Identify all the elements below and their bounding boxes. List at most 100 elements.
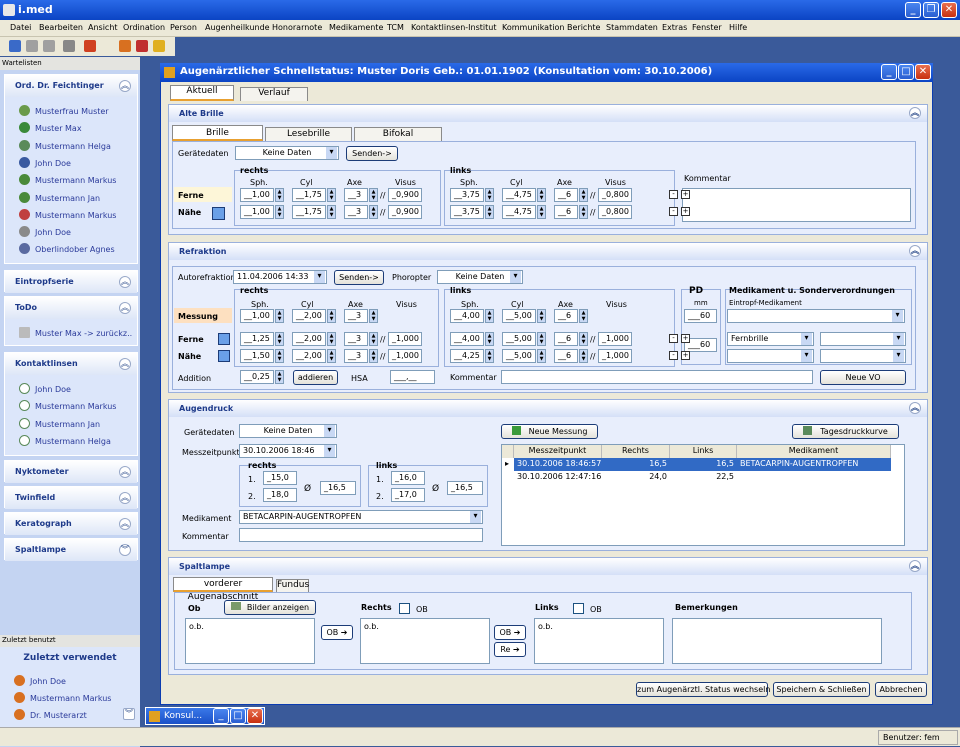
table-cell[interactable]: 30.10.2006 12:47:16 [514, 471, 602, 484]
table-cell[interactable]: 22,5 [670, 471, 737, 484]
tagesdruckkurve-button[interactable]: Tagesdruckkurve [792, 424, 899, 439]
value-input[interactable]: _1,000 [598, 349, 632, 363]
stop-icon[interactable] [84, 40, 96, 52]
group-title[interactable]: ToDo [5, 297, 137, 319]
group-eintropfserie[interactable]: Eintropfserie ︽ [4, 270, 138, 293]
waitlist-patient[interactable]: Mustermann Markus [19, 208, 116, 220]
speichern-schliessen-button[interactable]: Speichern & Schließen [773, 682, 870, 697]
table-cell[interactable]: 24,0 [602, 471, 670, 484]
col-messzeitpunkt[interactable]: Messzeitpunkt [514, 445, 602, 458]
close-button[interactable]: ✕ [941, 2, 957, 18]
spinner[interactable]: ▲ ▼ [327, 349, 336, 363]
collapse-icon[interactable]: ︽ [119, 358, 131, 370]
expand-icon[interactable]: ︾ [119, 544, 131, 556]
group-spaltlampe[interactable]: Spaltlampe ︾ [4, 538, 138, 561]
delete-icon[interactable] [43, 40, 55, 52]
collapse-icon[interactable]: ︽ [119, 276, 131, 288]
plus-button[interactable]: + [681, 334, 690, 343]
spinner[interactable]: ▲ ▼ [579, 309, 588, 323]
phoropter-select[interactable]: Keine Daten [437, 270, 523, 284]
waitlist-patient[interactable]: John Doe [19, 156, 71, 168]
copy-icon[interactable] [218, 333, 230, 345]
menu-13[interactable]: Extras [662, 23, 687, 32]
menu-9[interactable]: Kontaktlinsen-Institut [411, 23, 496, 32]
minus-button[interactable]: - [669, 351, 678, 360]
window-close-button[interactable]: ✕ [915, 64, 931, 80]
spinner[interactable]: ▲ ▼ [275, 309, 284, 323]
waitlist-patient[interactable]: Mustermann Markus [19, 174, 116, 186]
value-input[interactable]: __6 [554, 205, 578, 219]
rechts-textarea[interactable]: o.b. [360, 618, 490, 664]
group-title[interactable]: Kontaktlinsen [5, 353, 137, 375]
collapse-icon[interactable]: ︽ [909, 402, 921, 414]
value-input[interactable]: __4,00 [450, 332, 484, 346]
spinner[interactable]: ▲ ▼ [369, 332, 378, 346]
menu-6[interactable]: Honorarnote [272, 23, 322, 32]
menu-12[interactable]: Stammdaten [606, 23, 658, 32]
recent-patient[interactable]: John Doe [14, 675, 66, 686]
kontakt-patient[interactable]: Mustermann Helga [19, 434, 111, 446]
plus-button[interactable]: + [681, 351, 690, 360]
value-input[interactable]: __4,75 [502, 205, 536, 219]
neue-messung-button[interactable]: Neue Messung [501, 424, 598, 439]
value-input[interactable]: __3 [344, 205, 368, 219]
tab-fundus[interactable]: Fundus [276, 579, 309, 592]
menu-10[interactable]: Kommunikation [502, 23, 564, 32]
tab-aktuell[interactable]: Aktuell [170, 85, 234, 101]
task-minimize-button[interactable]: _ [213, 708, 229, 724]
table-cell[interactable]: 16,5 [670, 458, 737, 471]
spinner[interactable]: ▲ ▼ [275, 188, 284, 202]
value-input[interactable]: _1,000 [388, 332, 422, 346]
minus-button[interactable]: - [669, 334, 678, 343]
menu-5[interactable]: Augenheilkunde [205, 23, 270, 32]
status-wechseln-button[interactable]: zum Augenärztl. Status wechseln [636, 682, 770, 697]
tab-brille[interactable]: Brille [172, 125, 263, 141]
collapse-icon[interactable]: ︽ [119, 302, 131, 314]
table-cell[interactable]: BETACARPIN-AUGENTROPFEN [737, 458, 891, 471]
spinner[interactable]: ▲ ▼ [275, 205, 284, 219]
neue-vo-button[interactable]: Neue VO [820, 370, 906, 385]
value-input[interactable]: __6 [554, 309, 578, 323]
value-input[interactable]: __4,00 [450, 309, 484, 323]
collapse-icon[interactable]: ︽ [119, 518, 131, 530]
minus-button[interactable]: - [669, 190, 678, 199]
eintropf-select[interactable] [727, 309, 905, 323]
fernbrille-select[interactable]: Fernbrille [727, 332, 814, 346]
kommentar-field[interactable] [682, 188, 911, 222]
collapse-icon[interactable]: ︽ [119, 80, 131, 92]
kontakt-patient[interactable]: Mustermann Markus [19, 400, 116, 412]
tab-verlauf[interactable]: Verlauf [240, 87, 308, 101]
value-input[interactable]: __4,75 [502, 188, 536, 202]
value-input[interactable]: __1,50 [240, 349, 274, 363]
abbrechen-button[interactable]: Abbrechen [875, 682, 927, 697]
table-cell[interactable]: 30.10.2006 18:46:57 [514, 458, 602, 471]
addition-spinner[interactable]: ▲ ▼ [275, 370, 284, 384]
collapse-icon[interactable]: ︽ [909, 560, 921, 572]
menu-0[interactable]: Datei [10, 23, 31, 32]
spinner[interactable]: ▲ ▼ [275, 349, 284, 363]
menu-4[interactable]: Person [170, 23, 197, 32]
value-input[interactable]: __1,00 [240, 205, 274, 219]
value-input[interactable]: _1,000 [598, 332, 632, 346]
recent-patient[interactable]: Dr. Musterarzt [14, 709, 87, 720]
tab-lesebrille[interactable]: Lesebrille [265, 127, 352, 141]
menu-1[interactable]: Bearbeiten [39, 23, 83, 32]
druck-geraet-select[interactable]: Keine Daten [239, 424, 337, 438]
collapse-icon[interactable]: ︽ [119, 492, 131, 504]
minimize-button[interactable]: _ [905, 2, 921, 18]
druck-rechts-avg-input[interactable]: _16,5 [320, 481, 356, 495]
value-input[interactable]: __3 [344, 332, 368, 346]
value-input[interactable]: __6 [554, 349, 578, 363]
spinner[interactable]: ▲ ▼ [369, 349, 378, 363]
value-input[interactable]: __2,00 [292, 309, 326, 323]
value-input[interactable]: __1,00 [240, 309, 274, 323]
spinner[interactable]: ▲ ▼ [485, 188, 494, 202]
plus-button[interactable]: + [681, 207, 690, 216]
addieren-button[interactable]: addieren [293, 370, 338, 385]
druck-medikament-select[interactable]: BETACARPIN-AUGENTROPFEN [239, 510, 483, 524]
value-input[interactable]: __5,00 [502, 332, 536, 346]
autorefraktion-select[interactable]: 11.04.2006 14:33 [233, 270, 327, 284]
spinner[interactable]: ▲ ▼ [485, 349, 494, 363]
druck-links-1-input[interactable]: _16,0 [391, 471, 425, 485]
value-input[interactable]: __5,00 [502, 309, 536, 323]
